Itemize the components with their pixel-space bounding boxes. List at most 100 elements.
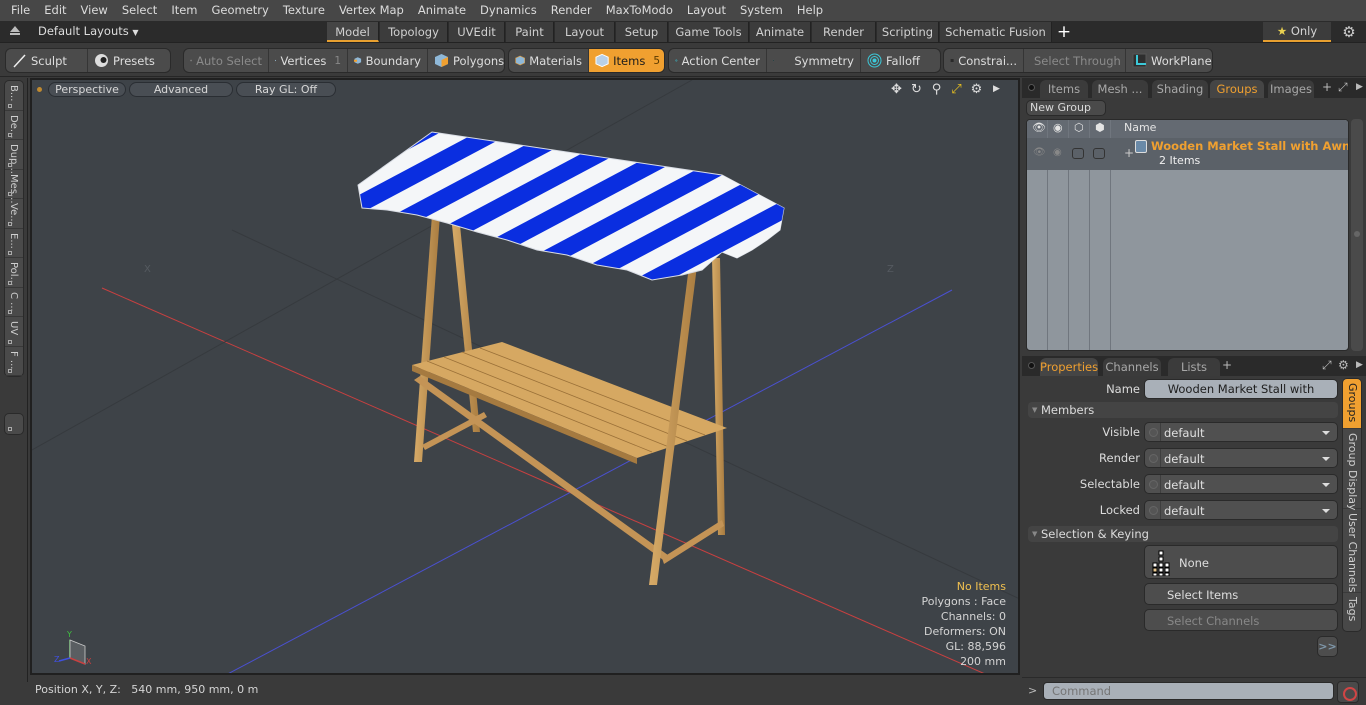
side-tab-group-display[interactable]: Group Display [1343, 429, 1361, 511]
link-radio-icon[interactable] [1149, 480, 1158, 489]
rotate-view-icon[interactable]: ↻ [909, 82, 924, 97]
viewport-gear-icon[interactable]: ⚙ [969, 82, 984, 97]
left-tab-9[interactable]: F ... [5, 347, 23, 376]
name-column-header[interactable]: Name [1124, 121, 1156, 134]
polygons-button[interactable]: Polygons [428, 49, 504, 72]
raygl-toggle[interactable]: Ray GL: Off [236, 82, 336, 97]
side-tab-tags[interactable]: Tags [1343, 593, 1361, 631]
move-view-icon[interactable]: ✥ [889, 82, 904, 97]
presets-button[interactable]: Presets [88, 49, 161, 72]
side-tab-user-channels[interactable]: User Channels [1343, 509, 1361, 593]
panel-options-dot[interactable] [1028, 84, 1035, 91]
tab-groups[interactable]: Groups [1210, 80, 1264, 98]
layout-tab-game-tools[interactable]: Game Tools [669, 22, 749, 42]
materials-button[interactable]: Materials [509, 49, 589, 72]
row-render-icon[interactable]: ◉ [1053, 147, 1062, 158]
menu-texture[interactable]: Texture [276, 0, 332, 21]
menu-maxtomodo[interactable]: MaxToModo [599, 0, 680, 21]
tab-items[interactable]: Items [1040, 80, 1088, 98]
row-selectable-checkbox[interactable] [1072, 148, 1084, 159]
menu-view[interactable]: View [74, 0, 115, 21]
tab-mesh-[interactable]: Mesh ... [1092, 80, 1148, 98]
select-through-button[interactable]: Select Through [1024, 49, 1126, 72]
left-tab-2[interactable]: Dup... [5, 140, 23, 174]
new-group-button[interactable]: New Group [1026, 100, 1106, 116]
expand-group-icon[interactable]: + [1124, 146, 1134, 160]
members-section-header[interactable]: Members [1028, 402, 1338, 418]
tab-channels[interactable]: Channels [1103, 358, 1161, 376]
layout-tab-model[interactable]: Model [327, 22, 379, 42]
layout-tab-scripting[interactable]: Scripting [877, 22, 939, 42]
group-name-field[interactable]: Wooden Market Stall with Awning (3) [1144, 379, 1338, 414]
menu-render[interactable]: Render [544, 0, 599, 21]
left-tab-8[interactable]: UV [5, 317, 23, 347]
select-items-button[interactable]: Select Items [1144, 583, 1338, 605]
left-tab-4[interactable]: Ve... [5, 199, 23, 229]
boundary-button[interactable]: Boundary [348, 49, 428, 72]
add-tab-icon[interactable]: + [1322, 80, 1332, 94]
menu-animate[interactable]: Animate [411, 0, 473, 21]
member-render-dropdown[interactable]: default [1144, 448, 1338, 468]
expand-panel-icon[interactable]: ⤢ [1322, 358, 1332, 373]
group-list-scrollbar[interactable] [1351, 119, 1363, 351]
layout-tab-animate[interactable]: Animate [750, 22, 811, 42]
view-mode-dropdown[interactable]: Perspective [48, 82, 126, 97]
menu-geometry[interactable]: Geometry [205, 0, 276, 21]
panel-options-dot[interactable] [1028, 362, 1035, 369]
layout-tab-schematic-fusion[interactable]: Schematic Fusion [940, 22, 1052, 42]
layout-tab-uvedit[interactable]: UVEdit [449, 22, 505, 42]
layout-tab-topology[interactable]: Topology [380, 22, 448, 42]
constraints-button[interactable]: Constrai... [944, 49, 1024, 72]
maximize-view-icon[interactable]: ⤢ [949, 82, 964, 97]
tab-shading[interactable]: Shading [1152, 80, 1208, 98]
menu-vertex-map[interactable]: Vertex Map [332, 0, 411, 21]
left-tab-7[interactable]: C ... [5, 288, 23, 317]
group-row[interactable]: 👁 ◉ + Wooden Market Stall with Awnin... … [1027, 138, 1348, 170]
panel-gear-icon[interactable]: ⚙ [1338, 358, 1349, 372]
more-button[interactable]: >> [1317, 636, 1338, 657]
select-channels-button[interactable]: Select Channels [1144, 609, 1338, 631]
menu-help[interactable]: Help [790, 0, 830, 21]
record-macro-button[interactable] [1337, 681, 1359, 703]
row-lock-checkbox[interactable] [1093, 148, 1105, 159]
link-radio-icon[interactable] [1149, 428, 1158, 437]
layout-tab-layout[interactable]: Layout [555, 22, 615, 42]
left-tab-6[interactable]: Pol... [5, 258, 23, 288]
menu-system[interactable]: System [733, 0, 790, 21]
zoom-view-icon[interactable]: ⚲ [929, 82, 944, 97]
viewport-more-arrow-icon[interactable]: ▶ [989, 82, 1004, 97]
side-tab-groups[interactable]: Groups [1343, 379, 1361, 429]
member-locked-dropdown[interactable]: default [1144, 500, 1338, 520]
panel-more-arrow-icon[interactable]: ▶ [1356, 360, 1363, 370]
member-visible-dropdown[interactable]: default [1144, 422, 1338, 442]
menu-edit[interactable]: Edit [37, 0, 73, 21]
viewport-options-dot[interactable] [37, 87, 42, 92]
link-radio-icon[interactable] [1149, 454, 1158, 463]
action-center-button[interactable]: Action Center [669, 49, 767, 72]
tab-images[interactable]: Images [1268, 80, 1314, 98]
tab-lists[interactable]: Lists [1168, 358, 1220, 376]
workplane-button[interactable]: WorkPlane [1126, 49, 1212, 72]
gear-icon[interactable]: ⚙ [1340, 23, 1358, 41]
add-tab-icon[interactable]: + [1222, 358, 1232, 372]
layout-tab-setup[interactable]: Setup [616, 22, 668, 42]
command-input[interactable] [1043, 682, 1334, 700]
vertices-button[interactable]: Vertices 1 [269, 49, 348, 72]
expand-panel-icon[interactable]: ⤢ [1338, 80, 1348, 95]
none-selection-button[interactable]: None [1144, 545, 1338, 579]
menu-dynamics[interactable]: Dynamics [473, 0, 544, 21]
left-tab-1[interactable]: De... [5, 111, 23, 140]
auto-select-button[interactable]: Auto Select [184, 49, 269, 72]
layouts-dropdown[interactable]: Default Layouts ▼ [38, 24, 139, 38]
member-selectable-dropdown[interactable]: default [1144, 474, 1338, 494]
menu-select[interactable]: Select [115, 0, 164, 21]
only-favorites-toggle[interactable]: ★ Only [1263, 22, 1331, 42]
panel-more-arrow-icon[interactable]: ▶ [1356, 82, 1363, 92]
add-layout-tab-button[interactable]: + [1054, 22, 1074, 42]
menu-layout[interactable]: Layout [680, 0, 733, 21]
tab-properties[interactable]: Properties [1040, 358, 1098, 376]
scene-canvas[interactable]: X Z Y X Z [32, 80, 1020, 675]
menu-file[interactable]: File [4, 0, 37, 21]
left-tab-3[interactable]: Mes... [5, 170, 23, 203]
left-tab-5[interactable]: E... [5, 229, 23, 258]
